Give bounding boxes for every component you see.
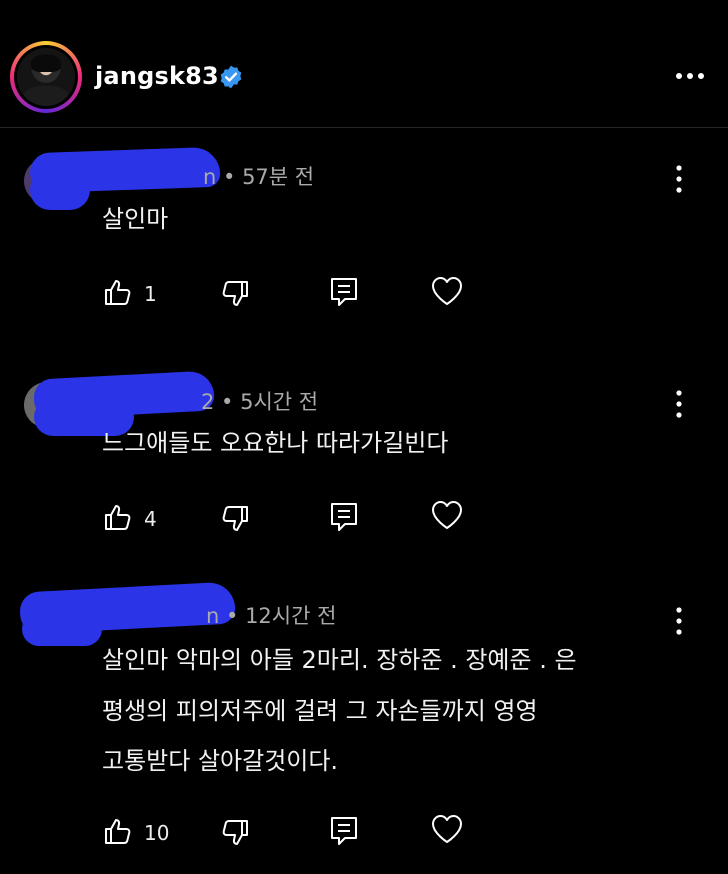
story-avatar[interactable]: [10, 41, 82, 113]
reply-icon[interactable]: [329, 276, 359, 308]
comment-text-line: 살인마 악마의 아들 2마리. 장하준 . 장예준 . 은: [102, 646, 577, 674]
author-name[interactable]: 2: [201, 390, 214, 414]
username[interactable]: jangsk83: [95, 62, 219, 90]
comment-text-line: 평생의 피의저주에 걸려 그 자손들까지 영영: [102, 697, 538, 725]
profile-photo: [17, 48, 75, 106]
heart-icon[interactable]: [430, 275, 464, 307]
reply-icon[interactable]: [329, 501, 359, 533]
comment-time: 5시간 전: [240, 390, 319, 414]
thumbs-down-icon[interactable]: [219, 503, 251, 535]
comment-time: 12시간 전: [245, 604, 337, 628]
comment-meta: n • 12시간 전: [206, 604, 337, 628]
heart-icon[interactable]: [430, 499, 464, 531]
thumbs-up-icon[interactable]: [102, 276, 134, 308]
comment-text-line: 고통받다 살아갈것이다.: [102, 747, 339, 775]
thumbs-down-icon[interactable]: [219, 278, 251, 310]
reply-icon[interactable]: [329, 815, 359, 847]
comment-time: 57분 전: [242, 165, 315, 189]
more-vertical-icon[interactable]: [668, 388, 690, 420]
author-name[interactable]: n: [203, 165, 216, 189]
like-count: 4: [144, 507, 157, 531]
author-name[interactable]: n: [206, 604, 219, 628]
thumbs-up-icon[interactable]: [102, 815, 134, 847]
redaction-mark: [30, 170, 90, 210]
more-vertical-icon[interactable]: [668, 163, 690, 195]
comment-text: 살인마: [102, 205, 169, 233]
comment-meta: 2 • 5시간 전: [201, 390, 319, 414]
more-vertical-icon[interactable]: [668, 605, 690, 637]
more-options-icon[interactable]: [674, 66, 706, 86]
comment-meta: n • 57분 전: [203, 165, 315, 189]
comment-text: 느그애들도 오요한나 따라가길빈다: [102, 429, 449, 457]
verified-badge-icon: [220, 65, 242, 89]
redaction-mark: [22, 612, 102, 646]
heart-icon[interactable]: [430, 813, 464, 845]
thumbs-down-icon[interactable]: [219, 817, 251, 849]
profile-header: jangsk83: [0, 0, 728, 128]
like-count: 1: [144, 282, 157, 306]
thumbs-up-icon[interactable]: [102, 501, 134, 533]
like-count: 10: [144, 821, 170, 845]
